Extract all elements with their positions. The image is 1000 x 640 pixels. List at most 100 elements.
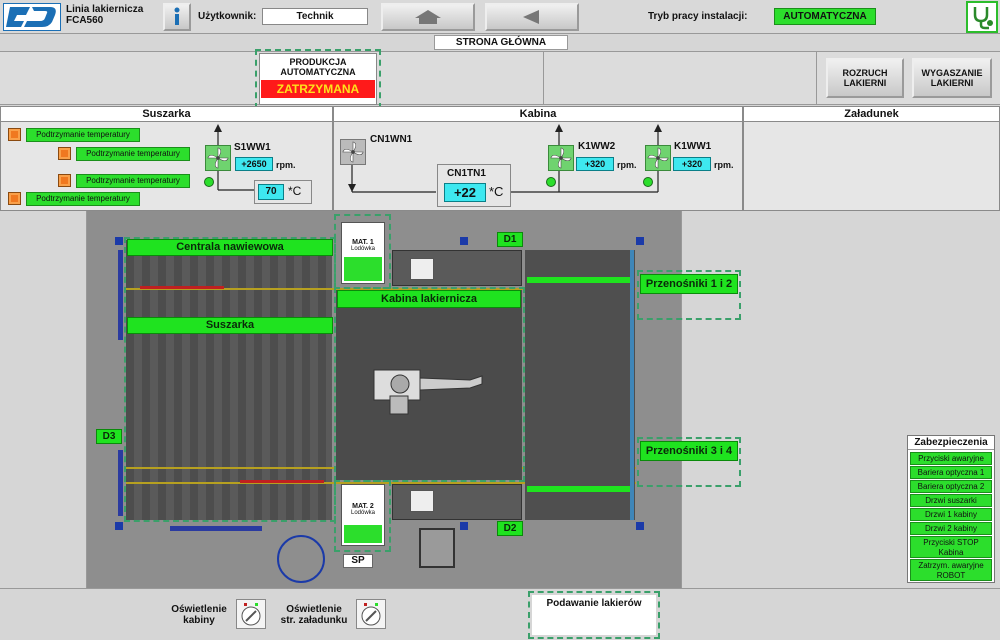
rpm-unit: rpm. (276, 160, 296, 170)
logo (3, 3, 61, 31)
booth-temp-value: +22 (444, 183, 486, 202)
heater-icon (8, 128, 21, 141)
fan-k1ww2-speed: +320 (576, 157, 614, 171)
heater-icon (8, 192, 21, 205)
safety-item: Zatrzym. awaryjne ROBOT (910, 559, 992, 581)
heater-icon (58, 147, 71, 160)
fan-k1ww2-label: K1WW2 (578, 141, 616, 152)
fan-icon (647, 147, 669, 169)
side-bar (118, 250, 123, 340)
door-d1[interactable]: D1 (497, 232, 523, 247)
sensor-marker (115, 237, 123, 245)
dryer-zone-frame (124, 237, 336, 522)
conveyor-bar (527, 486, 631, 492)
fan-status-led (643, 177, 653, 187)
safety-title: Zabezpieczenia (908, 436, 994, 450)
hold-temp-button-2[interactable]: Podtrzymanie temperatury (76, 147, 190, 161)
fan-icon (207, 147, 229, 169)
production-title-line2: AUTOMATYCZNA (280, 67, 356, 77)
mat2-fridge[interactable]: MAT. 2 Lodówka (341, 484, 385, 546)
light-loading-label: Oświetlenie str. załadunku (276, 604, 352, 626)
fan-k1ww1-label: K1WW1 (674, 141, 712, 152)
fan-status-led (204, 177, 214, 187)
conveyor-floor (525, 250, 635, 520)
light-cabin-label: Oświetlenie kabiny (166, 604, 232, 626)
mat2-line1: MAT. 2 (352, 503, 374, 510)
zone-dryer[interactable]: Suszarka (127, 317, 333, 334)
safety-panel: Zabezpieczenia Przyciski awaryjne Barier… (907, 435, 995, 583)
footer-bar (0, 589, 1000, 640)
light-loading-line1: Oświetlenie (286, 604, 342, 615)
fan-cn1wn1[interactable] (340, 139, 366, 165)
home-icon (415, 10, 441, 24)
side-bar (170, 526, 262, 531)
safety-item: Drzwi 2 kabiny (910, 522, 992, 535)
start-paintshop-button[interactable]: ROZRUCH LAKIERNI (826, 58, 904, 98)
app-title-line2: FCA560 (66, 15, 104, 26)
sensor-marker (115, 522, 123, 530)
app-title: Linia lakiernicza FCA560 (66, 4, 143, 26)
fan-s1ww1-speed: +2650 (235, 157, 273, 171)
stop-button-line1: WYGASZANIE (921, 68, 983, 78)
side-bar (630, 250, 634, 520)
fan-k1ww2[interactable] (548, 145, 574, 171)
sensor-marker (636, 237, 644, 245)
safety-item: Bariera optyczna 1 (910, 466, 992, 479)
production-mode-panel[interactable]: PRODUKCJA AUTOMATYCZNA ZATRZYMANA (259, 53, 377, 105)
dryer-temp-value: 70 (258, 184, 284, 200)
light-cabin-line2: kabiny (183, 615, 215, 626)
shutdown-paintshop-button[interactable]: WYGASZANIE LAKIERNI (912, 58, 992, 98)
light-cabin-switch[interactable] (236, 599, 266, 629)
app-title-line1: Linia lakiernicza (66, 4, 144, 15)
safety-item: Przyciski STOP Kabina (910, 536, 992, 558)
hold-temp-button-3[interactable]: Podtrzymanie temperatury (76, 174, 190, 188)
zone-conveyors-1-2[interactable]: Przenośniki 1 i 2 (640, 274, 738, 294)
safety-item: Przyciski awaryjne (910, 452, 992, 465)
back-button[interactable] (485, 3, 579, 31)
door-d2[interactable]: D2 (497, 521, 523, 536)
paint-cart (419, 528, 455, 568)
home-button[interactable] (381, 3, 475, 31)
booth-temp-label: CN1TN1 (447, 168, 486, 179)
sensor-marker (636, 522, 644, 530)
stop-button-line2: LAKIERNI (930, 78, 974, 88)
mode-value: AUTOMATYCZNA (774, 8, 876, 25)
fan-s1ww1[interactable] (205, 145, 231, 171)
info-button[interactable] (163, 3, 191, 31)
zone-paint-booth[interactable]: Kabina lakiernicza (337, 290, 521, 308)
zone-central-air[interactable]: Centrala nawiewowa (127, 239, 333, 256)
hold-temp-button-4[interactable]: Podtrzymanie temperatury (26, 192, 140, 206)
heater-icon (58, 174, 71, 187)
fan-status-led (546, 177, 556, 187)
fan-k1ww1[interactable] (645, 145, 671, 171)
diagnostics-button[interactable] (966, 1, 998, 33)
arrow-left-icon (523, 10, 539, 24)
start-button-line2: LAKIERNI (843, 78, 887, 88)
fan-icon (550, 147, 572, 169)
side-bar (118, 450, 123, 516)
divider (816, 52, 817, 104)
safety-item: Drzwi suszarki (910, 494, 992, 507)
production-status: ZATRZYMANA (261, 80, 375, 98)
info-icon (174, 7, 180, 25)
fan-cn1wn1-label: CN1WN1 (370, 134, 413, 145)
hold-temp-button-1[interactable]: Podtrzymanie temperatury (26, 128, 140, 142)
light-loading-switch[interactable] (356, 599, 386, 629)
loading-title: Załadunek (744, 107, 999, 122)
conveyor-bar (527, 277, 631, 283)
user-field[interactable]: Technik (262, 8, 368, 25)
cabinet (410, 490, 434, 512)
fan-s1ww1-label: S1WW1 (234, 142, 271, 153)
mode-label: Tryb pracy instalacji: (648, 11, 748, 22)
sensor-marker (460, 522, 468, 530)
mat1-fridge[interactable]: MAT. 1 Lodówka (341, 222, 385, 284)
light-cabin-line1: Oświetlenie (171, 604, 227, 615)
door-d3[interactable]: D3 (96, 429, 122, 444)
fan-icon (342, 141, 364, 163)
sensor-marker (460, 237, 468, 245)
paint-supply-panel[interactable]: Podawanie lakierów (532, 595, 656, 635)
booth-zone-frame (334, 287, 525, 482)
zone-conveyors-3-4[interactable]: Przenośniki 3 i 4 (640, 441, 738, 461)
turntable (277, 535, 325, 583)
paint-supply-label: Podawanie lakierów (546, 598, 642, 609)
